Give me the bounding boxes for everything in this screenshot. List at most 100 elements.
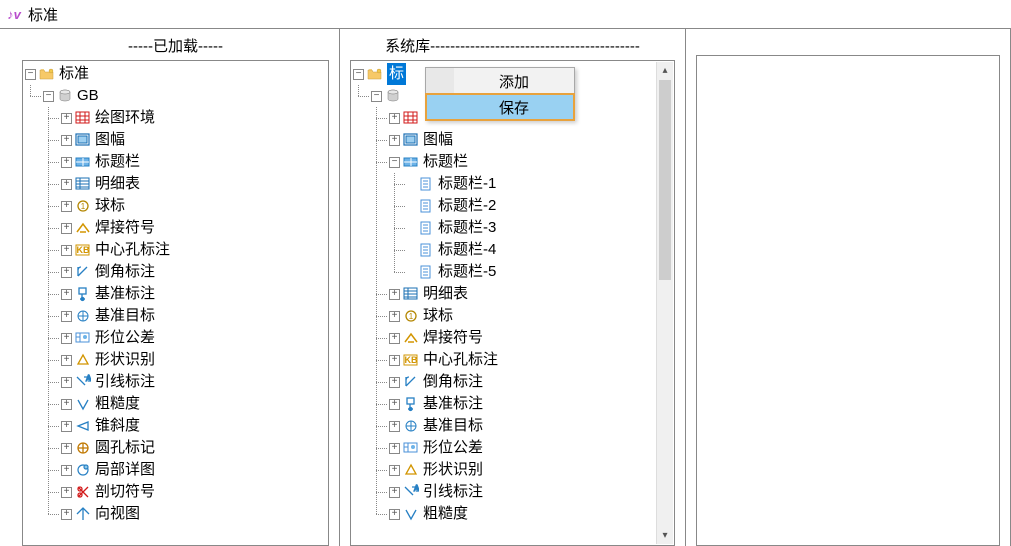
tree-item[interactable]: 基准目标 [25, 305, 328, 327]
tree-item[interactable]: 明细表 [353, 283, 674, 305]
tree-root[interactable]: 标准 [25, 63, 328, 85]
expander-icon[interactable] [389, 377, 400, 388]
tree-item[interactable]: 引线标注 [25, 371, 328, 393]
expander-icon[interactable] [61, 333, 72, 344]
expander-icon[interactable] [61, 355, 72, 366]
tree-item[interactable]: 引线标注 [353, 481, 674, 503]
tree-item[interactable]: 向视图 [25, 503, 328, 525]
expander-icon[interactable] [389, 355, 400, 366]
tree-label: 焊接符号 [95, 217, 155, 239]
expander-icon[interactable] [389, 311, 400, 322]
expander-icon[interactable] [389, 421, 400, 432]
tree-item[interactable]: 形位公差 [25, 327, 328, 349]
tree-item[interactable]: 中心孔标注 [25, 239, 328, 261]
title-icon [75, 154, 91, 170]
expander-icon[interactable] [25, 69, 36, 80]
expander-icon[interactable] [61, 135, 72, 146]
expander-icon[interactable] [61, 223, 72, 234]
expander-icon[interactable] [389, 487, 400, 498]
tree-label: 形状识别 [95, 349, 155, 371]
tree-item[interactable]: 形状识别 [25, 349, 328, 371]
expander-icon[interactable] [389, 443, 400, 454]
expander-icon[interactable] [61, 399, 72, 410]
tree-item[interactable]: 图幅 [353, 129, 674, 151]
expander-icon[interactable] [389, 465, 400, 476]
vertical-scrollbar[interactable]: ▴ ▾ [656, 62, 673, 544]
scrollbar-thumb[interactable] [659, 80, 671, 280]
loaded-tree[interactable]: 标准GB绘图环境图幅标题栏明细表球标焊接符号中心孔标注倒角标注基准标注基准目标形… [22, 60, 329, 546]
scroll-down-icon[interactable]: ▾ [657, 527, 673, 544]
sheet-icon [418, 242, 434, 258]
tree-leaf[interactable]: 标题栏-5 [353, 261, 674, 283]
expander-icon[interactable] [61, 245, 72, 256]
expander-icon[interactable] [389, 157, 400, 168]
tree-item[interactable]: 球标 [353, 305, 674, 327]
expander-icon[interactable] [61, 509, 72, 520]
expander-icon[interactable] [389, 289, 400, 300]
tree-label: 球标 [423, 305, 453, 327]
menu-item-add[interactable]: 添加 [426, 68, 574, 94]
tree-label: 形状识别 [423, 459, 483, 481]
tree-item[interactable]: 焊接符号 [25, 217, 328, 239]
expander-icon[interactable] [61, 487, 72, 498]
tree-label: 绘图环境 [95, 107, 155, 129]
detail-panel [686, 29, 1011, 546]
tree-leaf[interactable]: 标题栏-1 [353, 173, 674, 195]
tree-item[interactable]: 粗糙度 [25, 393, 328, 415]
tree-item[interactable]: 圆孔标记 [25, 437, 328, 459]
expander-icon[interactable] [61, 377, 72, 388]
library-tree[interactable]: 标图幅标题栏标题栏-1标题栏-2标题栏-3标题栏-4标题栏-5明细表球标焊接符号… [350, 60, 675, 546]
expander-icon[interactable] [61, 443, 72, 454]
tree-item[interactable]: 粗糙度 [353, 503, 674, 525]
context-menu: 添加 保存 [425, 67, 575, 121]
tree-label: 剖切符号 [95, 481, 155, 503]
expander-icon[interactable] [43, 91, 54, 102]
expander-icon[interactable] [61, 289, 72, 300]
expander-icon[interactable] [61, 113, 72, 124]
tree-item[interactable]: 倒角标注 [353, 371, 674, 393]
tree-leaf[interactable]: 标题栏-2 [353, 195, 674, 217]
expander-icon[interactable] [61, 201, 72, 212]
tree-item[interactable]: 锥斜度 [25, 415, 328, 437]
tree-item[interactable]: 形位公差 [353, 437, 674, 459]
expander-icon[interactable] [61, 157, 72, 168]
expander-icon[interactable] [389, 509, 400, 520]
tree-label: 标题栏-4 [438, 239, 496, 261]
tree-item[interactable]: 明细表 [25, 173, 328, 195]
tree-item-titlebar[interactable]: 标题栏 [353, 151, 674, 173]
tree-item[interactable]: 基准标注 [353, 393, 674, 415]
tree-leaf[interactable]: 标题栏-4 [353, 239, 674, 261]
tree-item[interactable]: 焊接符号 [353, 327, 674, 349]
tree-item[interactable]: 基准目标 [353, 415, 674, 437]
tree-item[interactable]: 图幅 [25, 129, 328, 151]
expander-icon[interactable] [389, 135, 400, 146]
expander-icon[interactable] [61, 465, 72, 476]
expander-icon[interactable] [389, 113, 400, 124]
tree-item[interactable]: 局部详图 [25, 459, 328, 481]
tree-item[interactable]: 倒角标注 [25, 261, 328, 283]
scroll-up-icon[interactable]: ▴ [657, 62, 673, 79]
tree-item[interactable]: 中心孔标注 [353, 349, 674, 371]
expander-icon[interactable] [61, 267, 72, 278]
tree-item[interactable]: 绘图环境 [25, 107, 328, 129]
chamfer-icon [75, 264, 91, 280]
expander-icon[interactable] [61, 179, 72, 190]
tree-label: 标题栏-1 [438, 173, 496, 195]
cone-icon [75, 418, 91, 434]
tree-item-gb[interactable]: GB [25, 85, 328, 107]
tree-item[interactable]: 基准标注 [25, 283, 328, 305]
tree-item[interactable]: 形状识别 [353, 459, 674, 481]
tree-leaf[interactable]: 标题栏-3 [353, 217, 674, 239]
expander-icon[interactable] [61, 421, 72, 432]
tree-item[interactable]: 球标 [25, 195, 328, 217]
expander-icon[interactable] [61, 311, 72, 322]
expander-icon[interactable] [371, 91, 382, 102]
tree-item[interactable]: 剖切符号 [25, 481, 328, 503]
expander-icon[interactable] [389, 333, 400, 344]
tree-label: 倒角标注 [95, 261, 155, 283]
tree-label: 图幅 [95, 129, 125, 151]
tree-item[interactable]: 标题栏 [25, 151, 328, 173]
expander-icon[interactable] [353, 69, 364, 80]
expander-icon[interactable] [389, 399, 400, 410]
menu-item-save[interactable]: 保存 [426, 94, 574, 120]
